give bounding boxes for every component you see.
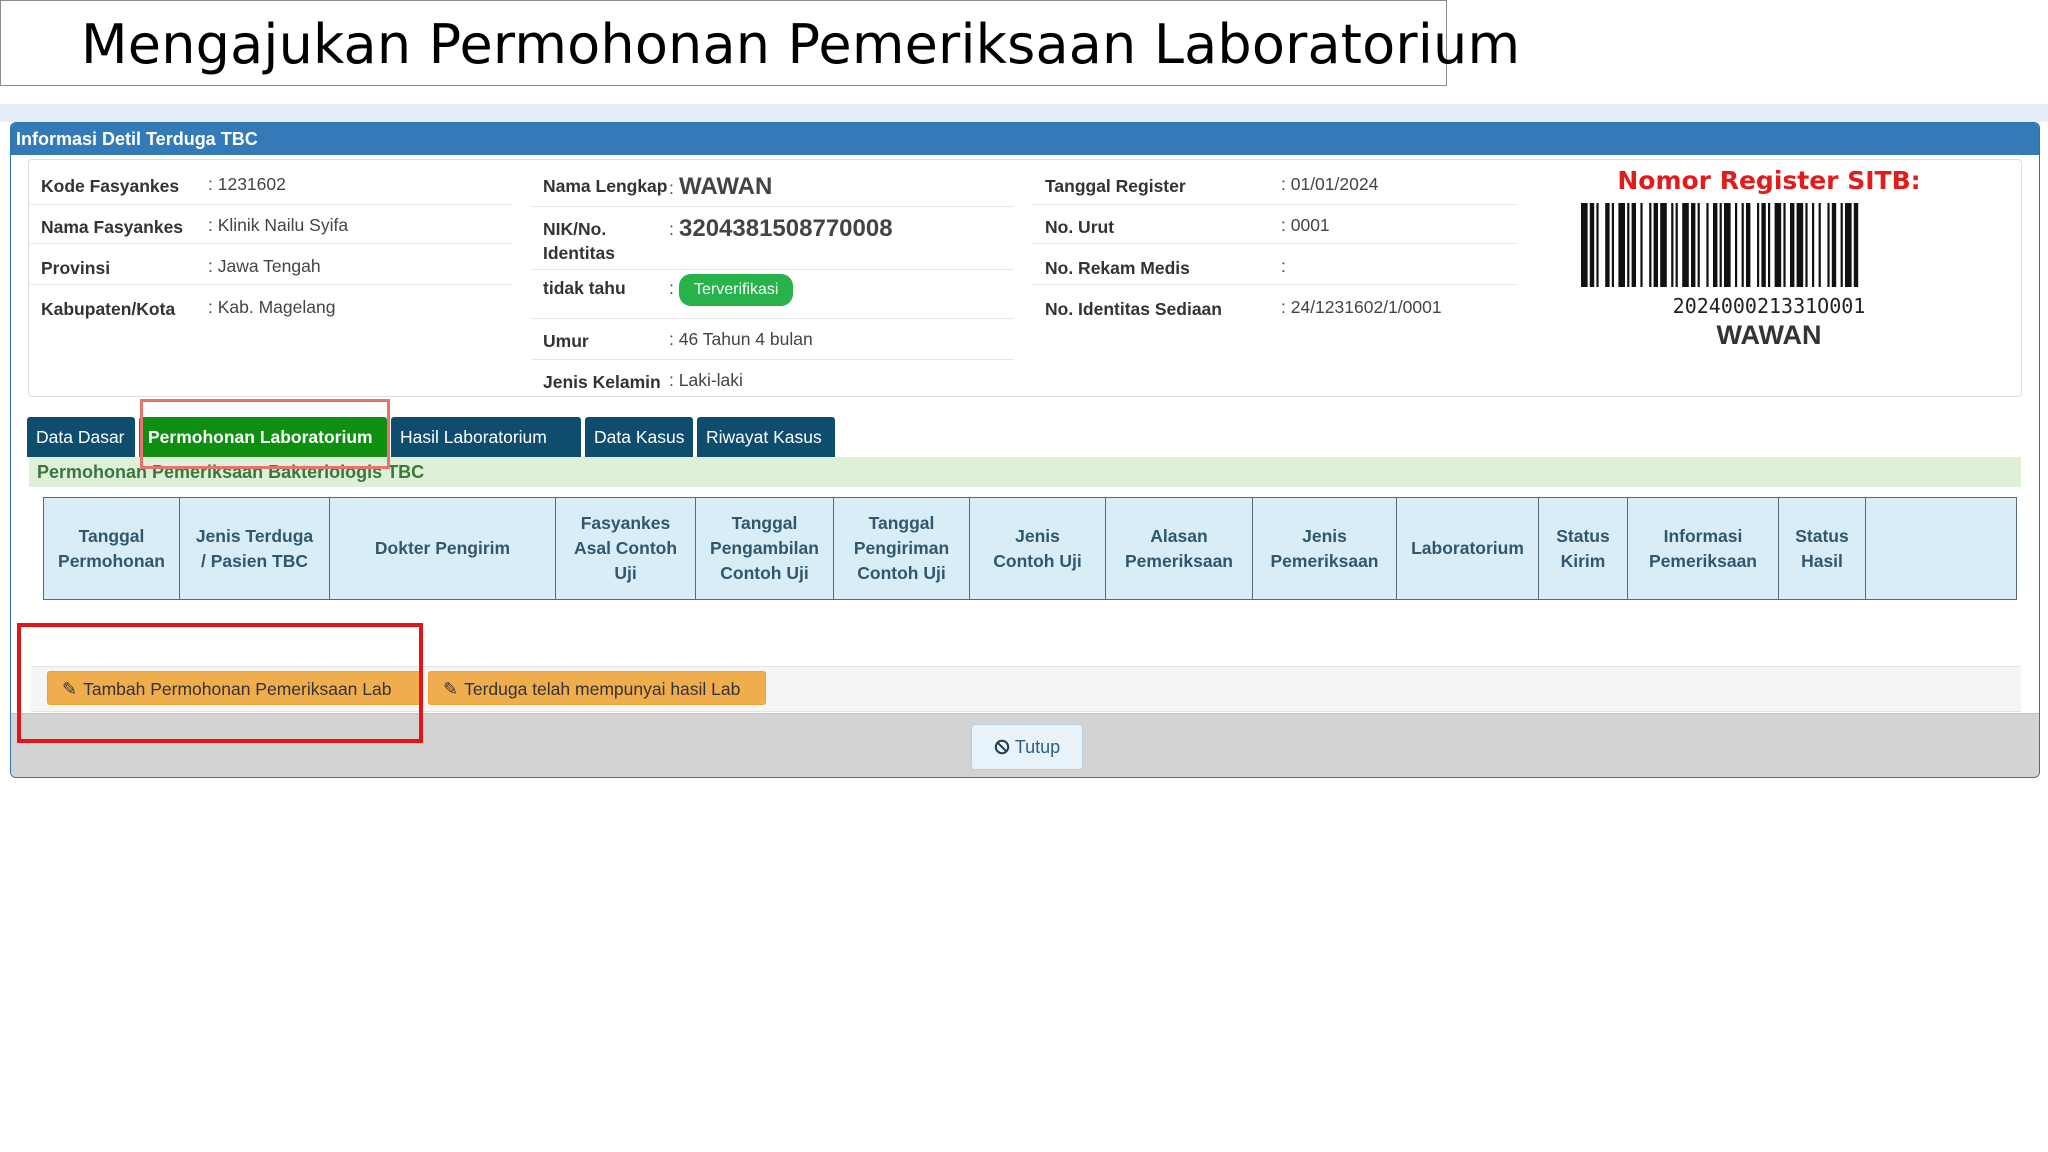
col-header[interactable]: Status Kirim [1538,497,1628,600]
col-header[interactable]: Tanggal Permohonan [43,497,180,600]
info-row: Provinsi : Jawa Tengah [29,244,512,285]
info-row: No. Rekam Medis : [1033,244,1516,285]
highlight-tab-box [140,399,390,469]
info-label: Tanggal Register [1045,176,1186,196]
col-header[interactable]: Fasyankes Asal Contoh Uji [555,497,696,600]
sitb-title: Nomor Register SITB: [1617,166,1921,195]
info-label: Jenis Kelamin [543,372,661,392]
col-header[interactable]: Alasan Pemeriksaan [1105,497,1253,600]
status-badge: Terverifikasi [679,274,794,306]
info-label: tidak tahu [543,278,626,298]
info-row: Tanggal Register : 01/01/2024 [1033,166,1516,205]
sitb-number: 202400021331O001 [1672,294,1866,318]
table-header-row: Tanggal Permohonan Jenis Terduga / Pasien … [43,497,2017,600]
info-label: Provinsi [41,258,111,278]
col-header[interactable]: Tanggal Pengiriman Contoh Uji [833,497,970,600]
info-label: Identitas [543,243,615,263]
pencil-icon: ✎ [443,679,459,699]
sitb-register: Nomor Register SITB: 202400021331O001 WA… [1569,166,1969,351]
info-row-gender: Jenis Kelamin : Laki-laki [531,360,1014,400]
info-row-nik: NIK/No. Identitas : 3204381508770008 [531,207,1014,270]
info-value: : [669,219,674,239]
col-header[interactable]: Informasi Pemeriksaan [1627,497,1779,600]
tab-data-dasar[interactable]: Data Dasar [27,417,135,457]
tab-hasil-laboratorium[interactable]: Hasil Laboratorium [391,417,581,457]
col-header [1865,497,2017,600]
info-label: No. Rekam Medis [1045,258,1190,278]
info-row-age: Umur : 46 Tahun 4 bulan [531,319,1014,360]
info-middle-column: Nama Lengkap : WAWAN NIK/No. Identitas :… [531,166,1014,400]
nik-value: 3204381508770008 [679,215,893,242]
info-right-column: Tanggal Register : 01/01/2024 No. Urut :… [1033,166,1516,325]
info-label: NIK/No. [543,219,607,239]
info-label: No. Urut [1045,217,1115,237]
info-panel: Kode Fasyankes : 1231602 Nama Fasyankes … [28,159,2022,397]
has-lab-result-button[interactable]: ✎ Terduga telah mempunyai hasil Lab [428,671,766,705]
info-row-status: tidak tahu : Terverifikasi [531,270,1014,319]
info-value: : 1231602 [208,174,286,194]
info-label: Nama Fasyankes [41,217,184,237]
col-header[interactable]: Dokter Pengirim [329,497,556,600]
tab-riwayat-kasus[interactable]: Riwayat Kasus [697,417,835,457]
col-header[interactable]: Jenis Pemeriksaan [1252,497,1397,600]
info-row: No. Identitas Sediaan : 24/1231602/1/000… [1033,285,1516,325]
slide-title: Mengajukan Permohonan Pemeriksaan Labora… [81,13,1521,76]
info-value: : 01/01/2024 [1281,174,1379,194]
info-value: : 0001 [1281,215,1330,235]
info-label: Nama Lengkap [543,176,668,196]
col-header[interactable]: Laboratorium [1396,497,1539,600]
sitb-name: WAWAN [1716,320,1822,350]
info-value: : Laki-laki [669,370,743,390]
top-strip [0,104,2048,122]
info-label: Kode Fasyankes [41,176,180,196]
patient-name: WAWAN [679,173,773,200]
info-value: : Kab. Magelang [208,297,336,317]
col-header[interactable]: Jenis Contoh Uji [969,497,1106,600]
info-value: : [669,178,674,198]
info-value: : 46 Tahun 4 bulan [669,329,813,349]
highlight-button-box [17,623,423,743]
status-badge-wrap: Terverifikasi [679,274,794,306]
info-value: : Jawa Tengah [208,256,321,276]
info-row: Nama Fasyankes : Klinik Nailu Syifa [29,205,512,244]
info-row: No. Urut : 0001 [1033,205,1516,244]
info-label: Kabupaten/Kota [41,299,176,319]
ban-icon [994,739,1010,755]
info-value: : [669,278,674,298]
col-header[interactable]: Jenis Terduga / Pasien TBC [179,497,330,600]
info-label: Umur [543,331,589,351]
info-left-column: Kode Fasyankes : 1231602 Nama Fasyankes … [29,166,512,325]
tab-data-kasus[interactable]: Data Kasus [585,417,693,457]
slide-title-box: Mengajukan Permohonan Pemeriksaan Labora… [0,0,1520,86]
info-row: Kode Fasyankes : 1231602 [29,166,512,205]
info-row: Kabupaten/Kota : Kab. Magelang [29,285,512,325]
col-header[interactable]: Tanggal Pengambilan Contoh Uji [695,497,834,600]
close-button[interactable]: Tutup [971,724,1083,770]
info-value: : [1281,256,1286,276]
modal-header: Informasi Detil Terduga TBC [11,123,2039,155]
barcode-icon [1581,203,1859,287]
info-row-name: Nama Lengkap : WAWAN [531,166,1014,207]
info-label: No. Identitas Sediaan [1045,299,1222,319]
lab-request-table: Tanggal Permohonan Jenis Terduga / Pasien … [43,497,2017,600]
info-value: : 24/1231602/1/0001 [1281,297,1442,317]
col-header[interactable]: Status Hasil [1778,497,1866,600]
info-value: : Klinik Nailu Syifa [208,215,349,235]
